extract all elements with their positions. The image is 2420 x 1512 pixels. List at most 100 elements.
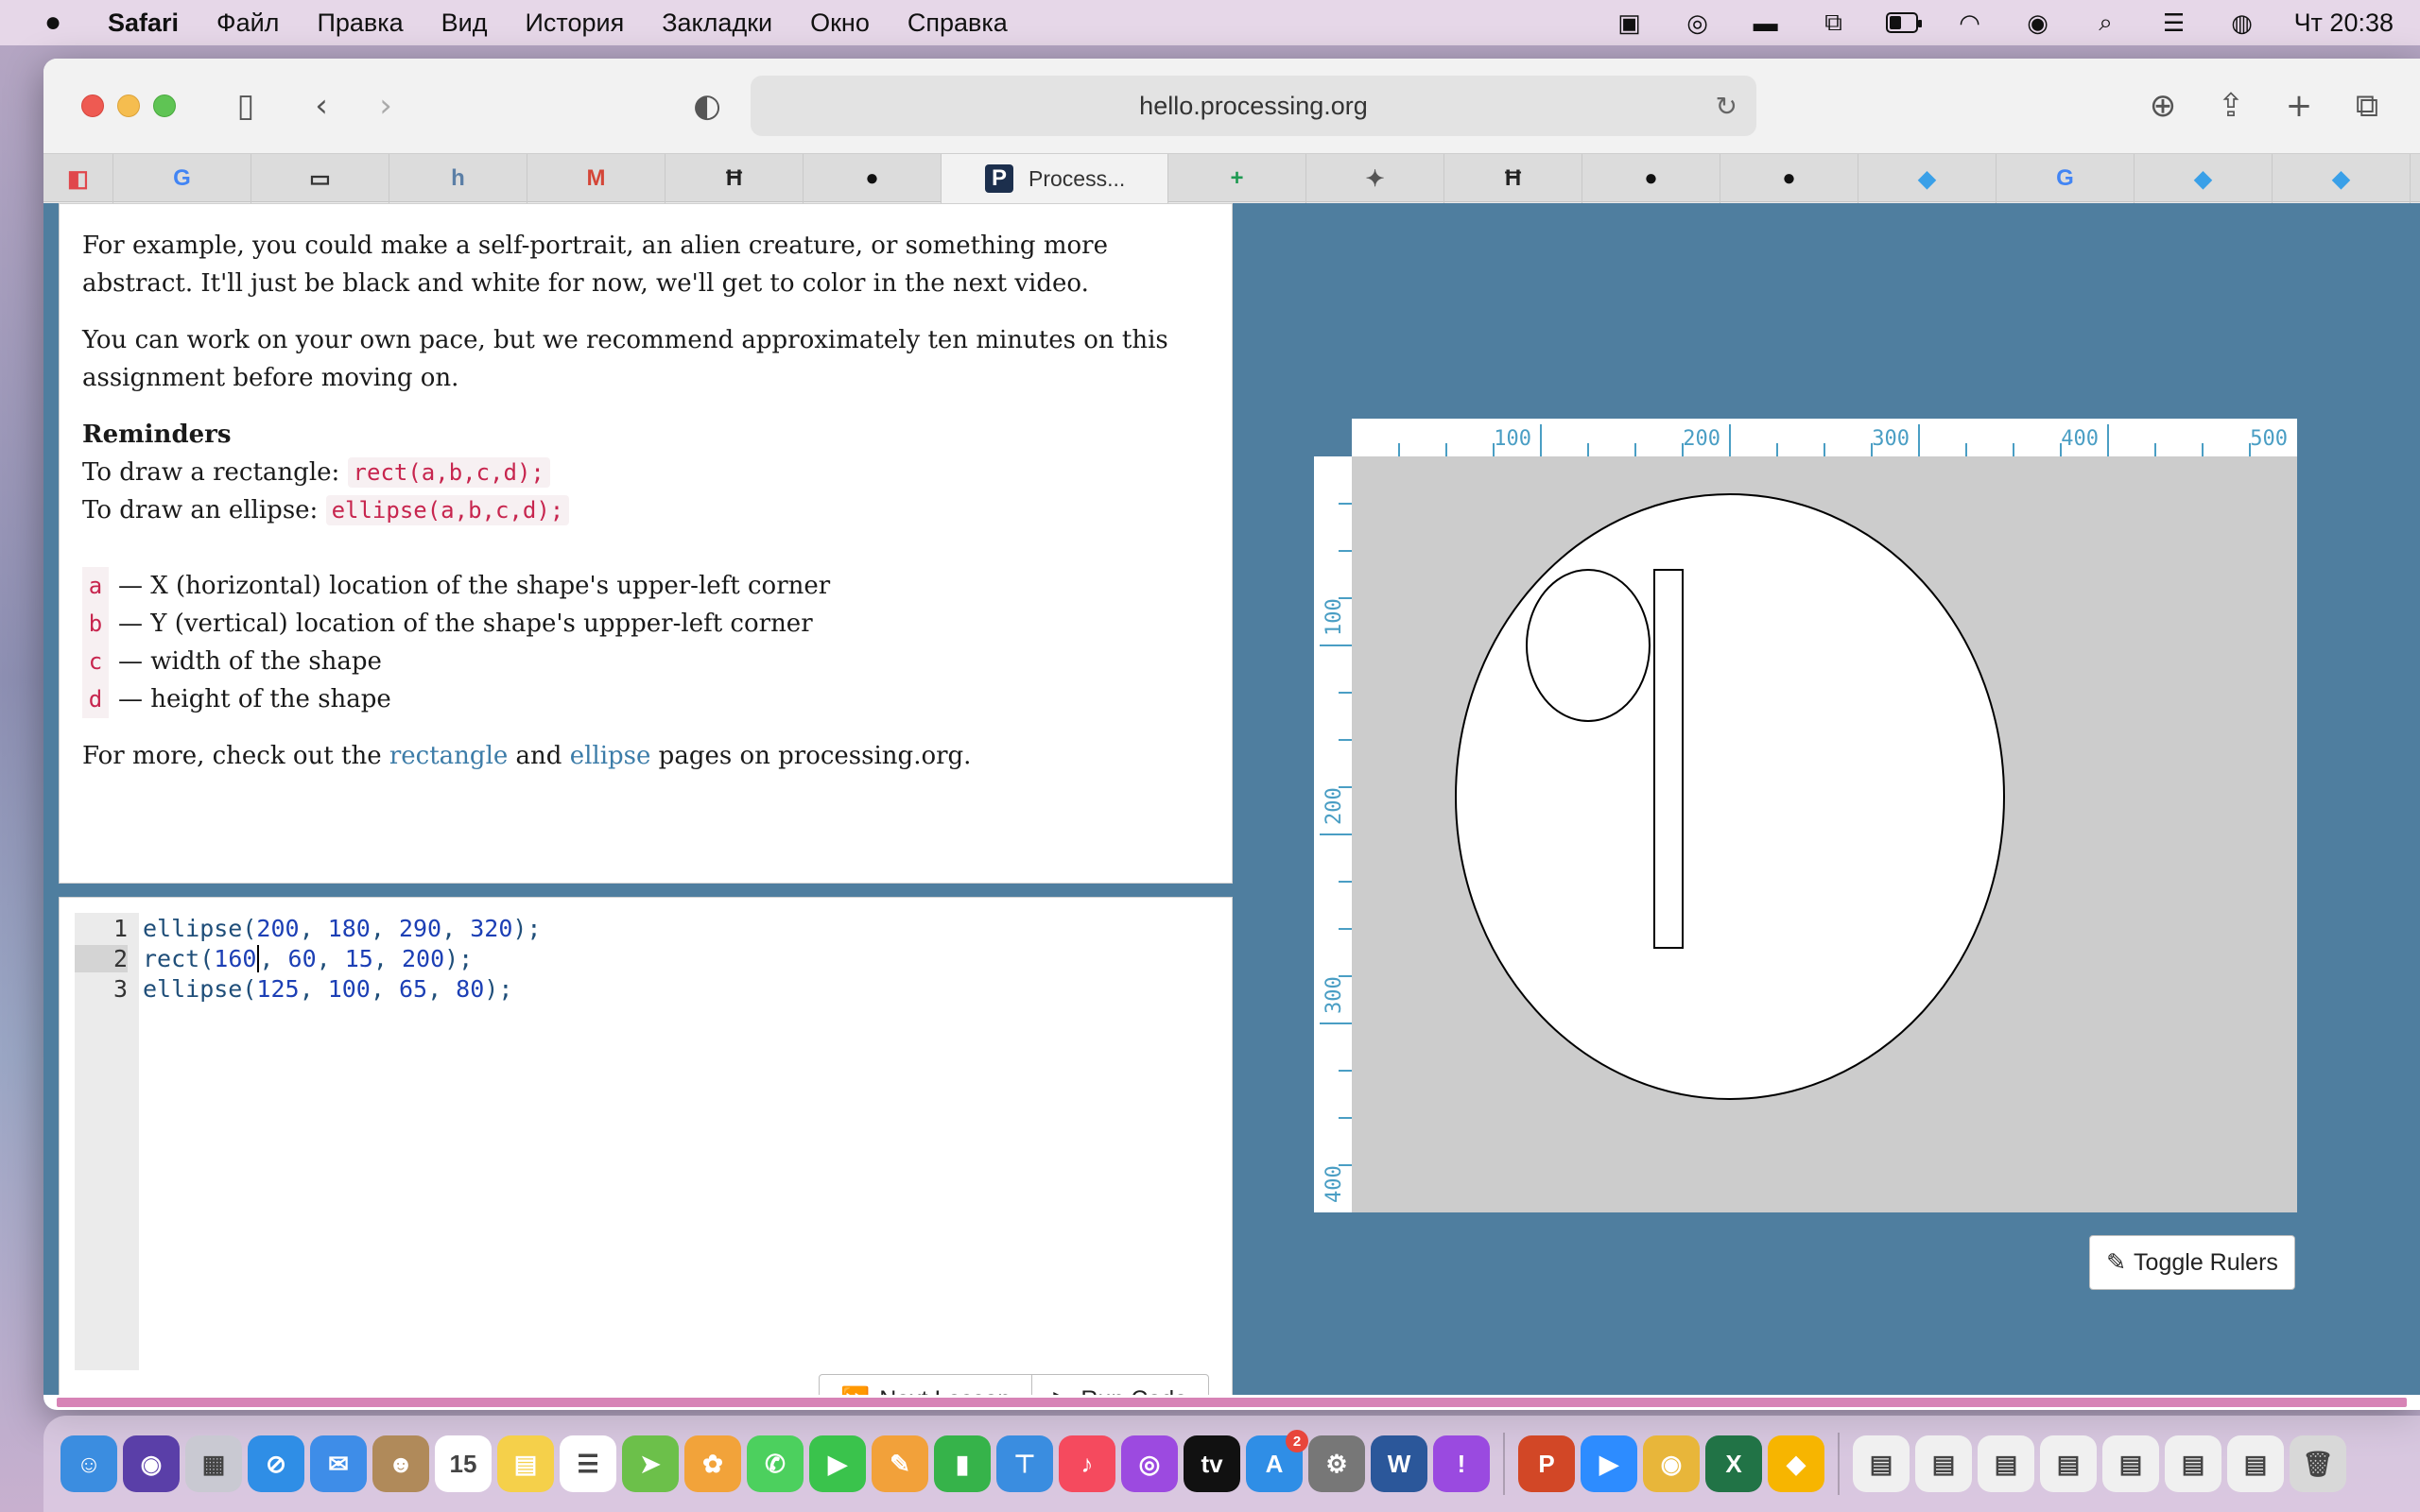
wifi-icon[interactable]: ◠ [1954,9,1986,37]
excel-icon[interactable]: X [1705,1435,1762,1492]
browser-tab[interactable]: ● [1582,154,1720,203]
menu-bookmarks[interactable]: Закладки [662,9,772,38]
browser-tab[interactable]: Ħ [1444,154,1582,203]
minimize-window-button[interactable] [117,94,140,117]
control-center-icon[interactable]: ☰ [2158,9,2190,37]
reload-icon[interactable]: ↻ [1716,91,1737,122]
forward-icon[interactable]: › [365,87,406,125]
browser-tab[interactable]: h [389,154,527,203]
code-text[interactable]: rect(160, 60, 15, 200); [143,944,473,972]
close-window-button[interactable] [81,94,104,117]
document-6-icon[interactable]: ▤ [2165,1435,2221,1492]
privacy-shield-icon[interactable]: ◐ [686,87,728,125]
browser-tab[interactable]: ▭ [251,154,389,203]
us-flag-icon[interactable]: ▬ [1750,9,1782,37]
word-icon[interactable]: W [1371,1435,1427,1492]
menu-file[interactable]: Файл [216,9,279,38]
browser-tab[interactable]: ◆ [2135,154,2273,203]
zoom-window-button[interactable] [153,94,176,117]
browser-tab[interactable]: + [1168,154,1306,203]
back-icon[interactable]: ‹ [301,87,342,125]
tv-icon[interactable]: tv [1184,1435,1240,1492]
siri-icon[interactable]: ◍ [2226,9,2258,37]
reminders-icon[interactable]: ☰ [560,1435,616,1492]
notes-icon[interactable]: ▤ [497,1435,554,1492]
music-icon[interactable]: ♪ [1059,1435,1115,1492]
tab-processing[interactable]: P Process... [942,154,1168,203]
sketch-icon[interactable]: ◆ [1768,1435,1824,1492]
menu-clock[interactable]: Чт 20:38 [2294,9,2394,38]
new-tab-icon[interactable]: + [2278,87,2320,125]
code-text[interactable]: ellipse(200, 180, 290, 320); [143,915,541,942]
feedback-icon[interactable]: ! [1433,1435,1490,1492]
chrome-icon[interactable]: ◉ [1643,1435,1700,1492]
battery-icon[interactable] [1885,9,1922,36]
document-4-icon[interactable]: ▤ [2040,1435,2097,1492]
address-bar[interactable]: hello.processing.org ↻ [751,76,1756,136]
launchpad-icon[interactable]: ▦ [185,1435,242,1492]
url-text[interactable]: hello.processing.org [1139,92,1368,121]
apple-menu-icon[interactable]: ● [26,7,79,39]
browser-tab[interactable]: ◧ [43,154,113,203]
zoom-status-icon[interactable]: ▣ [1614,9,1646,37]
system-preferences-icon[interactable]: ⚙ [1308,1435,1365,1492]
browser-tab[interactable]: G [113,154,251,203]
contacts-icon[interactable]: ☻ [372,1435,429,1492]
document-1-icon[interactable]: ▤ [1853,1435,1910,1492]
pages-icon[interactable]: ✎ [872,1435,928,1492]
menu-help[interactable]: Справка [908,9,1008,38]
code-editor[interactable]: 1 ellipse(200, 180, 290, 320); 2 rect(160, … [59,897,1233,1410]
document-2-icon[interactable]: ▤ [1915,1435,1972,1492]
menu-edit[interactable]: Правка [317,9,403,38]
finder-icon[interactable]: ☺ [60,1435,117,1492]
podcasts-icon[interactable]: ◎ [1121,1435,1178,1492]
browser-tab[interactable]: ● [1720,154,1858,203]
menu-history[interactable]: История [526,9,625,38]
maps-icon[interactable]: ➤ [622,1435,679,1492]
menu-view[interactable]: Вид [441,9,488,38]
numbers-icon[interactable]: ▮ [934,1435,991,1492]
windows-icon[interactable]: ⧉ [1818,8,1850,36]
tab-overview-icon[interactable]: ⧉ [2346,87,2388,125]
share-icon[interactable]: ⇪ [2210,87,2252,125]
code-line[interactable]: 1 ellipse(200, 180, 290, 320); [75,913,1219,943]
ruler-label: 300 [1322,976,1346,1014]
menu-app-name[interactable]: Safari [108,9,179,38]
safari-icon[interactable]: ⊘ [248,1435,304,1492]
browser-tab[interactable]: Ħ [666,154,804,203]
browser-tab[interactable]: ◆ [2273,154,2411,203]
messages-icon[interactable]: ✆ [747,1435,804,1492]
calendar-icon[interactable]: 15 [435,1435,492,1492]
browser-tab[interactable]: ◆ [1858,154,1996,203]
trash-icon[interactable]: 🗑 [2290,1435,2346,1492]
user-icon[interactable]: ◉ [2022,9,2054,37]
search-icon[interactable]: ⌕ [2090,8,2122,36]
zoom-icon[interactable]: ▶ [1581,1435,1637,1492]
keynote-icon[interactable]: ⊤ [996,1435,1053,1492]
toggle-rulers-button[interactable]: ✎ Toggle Rulers [2089,1235,2295,1290]
ruler-label: 100 [1494,427,1531,451]
siri-icon[interactable]: ◉ [123,1435,180,1492]
rectangle-link[interactable]: rectangle [389,742,508,770]
browser-tab[interactable]: ✦ [1306,154,1444,203]
browser-tab[interactable]: G [1996,154,2135,203]
photos-icon[interactable]: ✿ [684,1435,741,1492]
document-7-icon[interactable]: ▤ [2227,1435,2284,1492]
downloads-icon[interactable]: ⊕ [2142,87,2184,125]
document-3-icon[interactable]: ▤ [1978,1435,2034,1492]
facetime-icon[interactable]: ▶ [809,1435,866,1492]
menu-window[interactable]: Окно [810,9,870,38]
mail-icon[interactable]: ✉ [310,1435,367,1492]
code-line[interactable]: 2 rect(160, 60, 15, 200); [75,943,1219,973]
ellipse-link[interactable]: ellipse [570,742,651,770]
sidebar-toggle-icon[interactable]: ▯ [225,87,267,125]
code-line[interactable]: 3 ellipse(125, 100, 65, 80); [75,973,1219,1004]
param-row-c: c — width of the shape [82,643,1209,680]
code-text[interactable]: ellipse(125, 100, 65, 80); [143,975,512,1003]
browser-tab[interactable]: ● [804,154,942,203]
document-5-icon[interactable]: ▤ [2102,1435,2159,1492]
powerpoint-icon[interactable]: P [1518,1435,1575,1492]
browser-tab[interactable]: M [527,154,666,203]
app-store-icon[interactable]: A2 [1246,1430,1308,1492]
coin-icon[interactable]: ◎ [1682,9,1714,37]
